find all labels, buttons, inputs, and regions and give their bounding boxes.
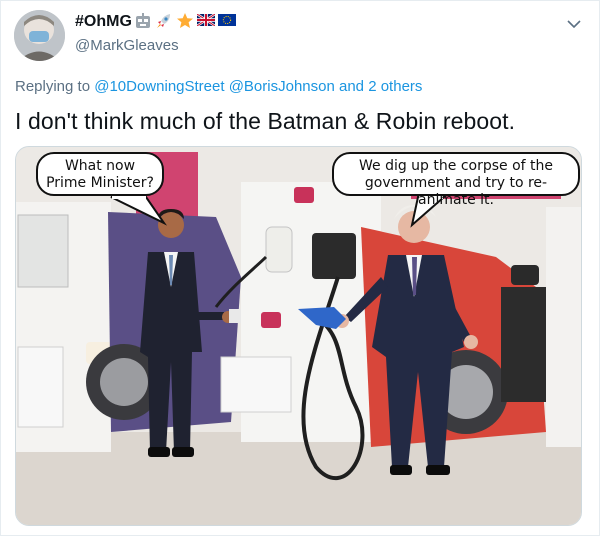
replying-and: and <box>339 78 365 95</box>
user-handle[interactable]: @MarkGleaves <box>75 37 179 54</box>
robot-face-icon <box>134 13 152 29</box>
mention-link[interactable]: @10DowningStreet <box>94 78 224 95</box>
uk-flag-icon <box>196 13 216 29</box>
star-icon <box>176 13 194 29</box>
tweet-text: I don't think much of the Batman & Robin… <box>15 108 516 134</box>
tweet-card: #OhMG @MarkGleaves Replying to @10Downin… <box>0 0 600 536</box>
replying-to: Replying to @10DowningStreet @BorisJohns… <box>15 78 422 95</box>
speech-bubble-right: We dig up the corpse of the government a… <box>332 152 580 208</box>
avatar-image <box>14 10 65 61</box>
chevron-down-icon[interactable] <box>563 13 585 35</box>
replying-prefix: Replying to <box>15 78 91 95</box>
mention-link[interactable]: @BorisJohnson <box>229 78 335 95</box>
photo-scene <box>16 147 581 525</box>
avatar[interactable] <box>14 10 65 61</box>
speech-bubble-left: What now Prime Minister? <box>36 152 164 196</box>
rocket-icon <box>155 13 173 29</box>
others-link[interactable]: 2 others <box>368 78 422 95</box>
eu-flag-icon <box>218 13 236 29</box>
tweet-media-image[interactable]: What now Prime Minister? We dig up the c… <box>15 146 582 526</box>
display-name[interactable]: #OhMG <box>75 13 132 31</box>
name-emoji-row <box>134 13 236 29</box>
